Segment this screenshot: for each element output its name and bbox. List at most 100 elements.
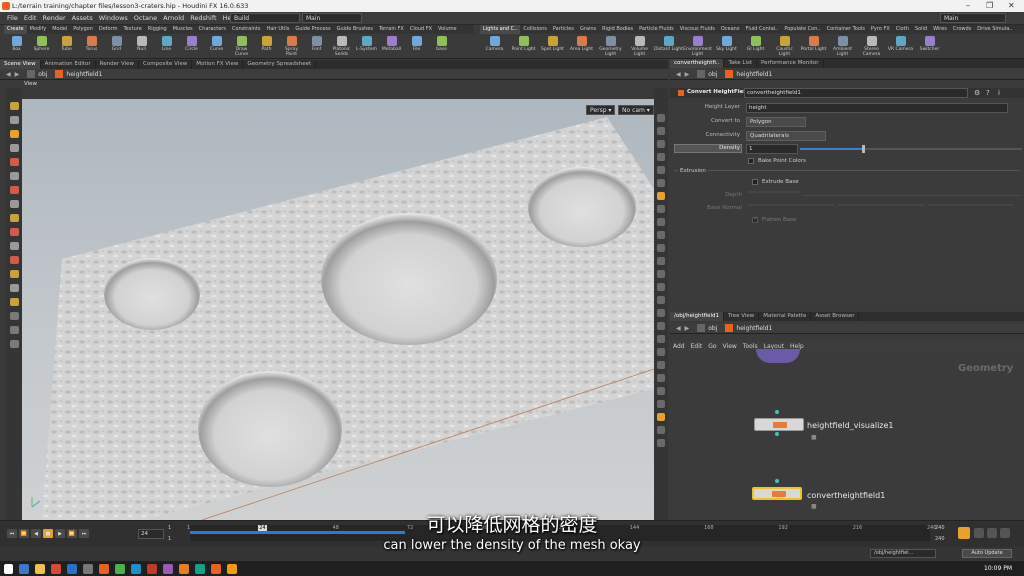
shelf-tab-pyro-fx[interactable]: Pyro FX — [868, 25, 893, 34]
forward-arrow-icon[interactable]: ▶ — [15, 71, 20, 78]
node1-lock-icon[interactable]: ■ — [811, 434, 817, 441]
display-option-14-icon[interactable] — [657, 296, 665, 304]
tool-gi-light[interactable]: GI Light — [741, 35, 770, 59]
tool-l-system[interactable]: L-System — [354, 35, 379, 59]
menu-edit[interactable]: Edit — [24, 14, 37, 22]
tool-point-light[interactable]: Point Light — [509, 35, 538, 59]
pane-tab-render-view[interactable]: Render View — [96, 60, 140, 69]
view-tool-12-icon[interactable] — [9, 270, 19, 278]
net-menu-view[interactable]: View — [723, 343, 737, 350]
shelf-tab-hair-utils[interactable]: Hair Utils — [263, 25, 292, 34]
shelf-tab-rigging[interactable]: Rigging — [145, 25, 170, 34]
pane-tab-performance-monitor[interactable]: Performance Monitor — [757, 59, 824, 68]
shelf-tab-oceans[interactable]: Oceans — [718, 25, 743, 34]
tool-platonic-solids[interactable]: Platonic Solids — [329, 35, 354, 59]
net-back-icon[interactable]: ◀ — [676, 325, 681, 332]
shelf-tab-wires[interactable]: Wires — [930, 25, 950, 34]
net-menu-go[interactable]: Go — [708, 343, 716, 350]
shelf-tab-fluid-contai[interactable]: Fluid Contai.. — [742, 25, 781, 34]
param-back-icon[interactable]: ◀ — [676, 71, 681, 78]
clock[interactable]: 10:09 PM — [984, 565, 1012, 572]
view-tool-4-icon[interactable] — [9, 158, 19, 166]
display-option-25-icon[interactable] — [657, 439, 665, 447]
pane-tab-animation-editor[interactable]: Animation Editor — [41, 60, 96, 69]
node-heightfield-visualize1[interactable] — [754, 418, 804, 431]
pane-tab-scene-view[interactable]: Scene View — [0, 60, 41, 69]
display-option-6-icon[interactable] — [657, 192, 665, 200]
display-option-12-icon[interactable] — [657, 270, 665, 278]
net-path-context[interactable]: obj — [708, 325, 717, 332]
shelf-tab-lights-and-c[interactable]: Lights and C.. — [480, 25, 521, 34]
chrome-icon[interactable] — [51, 563, 61, 574]
pane-tab-composite-view[interactable]: Composite View — [139, 60, 193, 69]
tool-area-light[interactable]: Area Light — [567, 35, 596, 59]
display-option-3-icon[interactable] — [657, 153, 665, 161]
pane-tab-take-list[interactable]: Take List — [724, 59, 757, 68]
display-option-23-icon[interactable] — [657, 413, 665, 421]
display-option-1-icon[interactable] — [657, 127, 665, 135]
tool-spray-paint[interactable]: Spray Paint — [279, 35, 304, 59]
display-option-8-icon[interactable] — [657, 218, 665, 226]
shelf-tab-drive-simula[interactable]: Drive Simula.. — [974, 25, 1015, 34]
display-option-2-icon[interactable] — [657, 140, 665, 148]
depth-slider[interactable] — [804, 195, 1020, 196]
display-option-22-icon[interactable] — [657, 400, 665, 408]
minimize-icon[interactable]: – — [966, 1, 970, 10]
tool-switcher[interactable]: Switcher — [915, 35, 944, 59]
display-option-16-icon[interactable] — [657, 322, 665, 330]
display-option-15-icon[interactable] — [657, 309, 665, 317]
tool-geometry-light[interactable]: Geometry Light — [596, 35, 625, 59]
display-option-24-icon[interactable] — [657, 426, 665, 434]
app-icon-8[interactable] — [195, 563, 205, 574]
display-option-21-icon[interactable] — [657, 387, 665, 395]
tool-base[interactable]: base — [429, 35, 454, 59]
maximize-icon[interactable]: ❐ — [986, 1, 993, 10]
shelf-tab-polygon[interactable]: Polygon — [70, 25, 96, 34]
shelf-tab-container-tools[interactable]: Container Tools — [824, 25, 868, 34]
menu-windows[interactable]: Windows — [99, 14, 128, 22]
depth-field[interactable] — [748, 191, 800, 193]
display-option-7-icon[interactable] — [657, 205, 665, 213]
tool-vr-camera[interactable]: VR Camera — [886, 35, 915, 59]
pane-tab-convertheightfi[interactable]: convertheightfi.. — [670, 59, 725, 68]
view-tool-1-icon[interactable] — [9, 116, 19, 124]
density-slider-handle[interactable] — [862, 145, 866, 153]
density-slider-track[interactable] — [800, 145, 1022, 153]
shelf-tab-volume[interactable]: Volume — [435, 25, 460, 34]
param-path-context[interactable]: obj — [708, 71, 717, 78]
view-tool-13-icon[interactable] — [9, 284, 19, 292]
menu-render[interactable]: Render — [42, 14, 65, 22]
view-tool-9-icon[interactable] — [9, 228, 19, 236]
view-tool-17-icon[interactable] — [9, 340, 19, 348]
tool-null[interactable]: Null — [129, 35, 154, 59]
view-tool-15-icon[interactable] — [9, 312, 19, 320]
shelf-tab-muscles[interactable]: Muscles — [170, 25, 196, 34]
view-tool-11-icon[interactable] — [9, 256, 19, 264]
view-tool-8-icon[interactable] — [9, 214, 19, 222]
tool-font[interactable]: Font — [304, 35, 329, 59]
node1-output-dot[interactable] — [775, 432, 779, 436]
app-icon-9[interactable] — [211, 563, 221, 574]
app-icon-4[interactable] — [131, 563, 141, 574]
menu-octane[interactable]: Octane — [134, 14, 157, 22]
tool-camera[interactable]: Camera — [480, 35, 509, 59]
tool-box[interactable]: Box — [4, 35, 29, 59]
shelf-tab-viscous-fluids[interactable]: Viscous Fluids — [677, 25, 718, 34]
edge-icon[interactable] — [19, 563, 29, 574]
app-icon-1[interactable] — [67, 563, 77, 574]
node-convertheightfield1[interactable] — [752, 487, 802, 500]
shelf-tab-solid[interactable]: Solid — [912, 25, 930, 34]
right-desktop-dropdown[interactable]: Main — [940, 13, 1006, 23]
app-icon-3[interactable] — [115, 563, 125, 574]
tool-stereo-camera[interactable]: Stereo Camera — [857, 35, 886, 59]
net-menu-add[interactable]: Add — [673, 343, 685, 350]
pane-tab-asset-browser[interactable]: Asset Browser — [811, 312, 860, 321]
bake-point-colors-checkbox[interactable] — [748, 158, 754, 164]
param-forward-icon[interactable]: ▶ — [685, 71, 690, 78]
info-icon[interactable]: i — [998, 89, 1000, 97]
shelf-tab-particle-fluids[interactable]: Particle Fluids — [636, 25, 677, 34]
menu-assets[interactable]: Assets — [72, 14, 93, 22]
network-editor[interactable]: Geometry ■ heightfield_visualize1 ■ conv… — [670, 349, 1024, 520]
folder-icon[interactable] — [35, 563, 45, 574]
view-tool-2-icon[interactable] — [9, 130, 19, 138]
